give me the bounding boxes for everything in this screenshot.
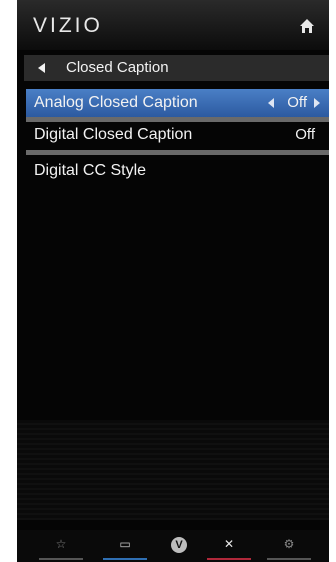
menu-header: VIZIO <box>17 0 329 50</box>
menu-item-value: Off <box>287 94 307 111</box>
back-arrow-icon[interactable] <box>38 63 45 73</box>
footer-button-underline <box>207 558 251 560</box>
close-icon: ✕ <box>223 537 235 551</box>
footer-button-vizio[interactable]: V <box>155 534 203 560</box>
footer-button-input[interactable]: ▭ <box>101 534 149 560</box>
breadcrumb[interactable]: Closed Caption <box>24 55 329 81</box>
page-title: Closed Caption <box>66 59 169 76</box>
menu-item-digital-cc-style[interactable]: Digital CC Style <box>26 157 329 185</box>
row-divider <box>26 150 329 155</box>
value-right-arrow-icon[interactable] <box>314 98 320 108</box>
gear-icon: ⚙ <box>283 537 295 551</box>
tv-menu-panel: VIZIO Closed Caption Analog Closed Capti… <box>17 0 329 562</box>
home-icon[interactable] <box>299 18 315 34</box>
menu-background-fade <box>17 420 329 520</box>
footer-button-underline <box>39 558 83 560</box>
footer-button-underline <box>103 558 147 560</box>
star-icon: ☆ <box>55 537 67 551</box>
menu-item-analog-closed-caption[interactable]: Analog Closed Caption Off <box>26 89 329 117</box>
menu-item-value: Off <box>295 126 315 143</box>
menu-item-label: Analog Closed Caption <box>34 94 198 111</box>
footer-button-bar: ☆ ▭ V ✕ ⚙ <box>17 530 329 562</box>
vizio-logo: VIZIO <box>33 14 103 37</box>
menu-item-label: Digital CC Style <box>34 162 147 179</box>
menu-item-label: Digital Closed Caption <box>34 126 193 143</box>
footer-button-settings[interactable]: ⚙ <box>265 534 313 560</box>
value-left-arrow-icon[interactable] <box>268 98 274 108</box>
menu-item-digital-closed-caption[interactable]: Digital Closed Caption Off <box>26 121 329 149</box>
v-icon: V <box>171 537 187 553</box>
footer-button-underline <box>267 558 311 560</box>
footer-button-exit[interactable]: ✕ <box>205 534 253 560</box>
screen-icon: ▭ <box>119 537 131 551</box>
footer-button-favorites[interactable]: ☆ <box>37 534 85 560</box>
